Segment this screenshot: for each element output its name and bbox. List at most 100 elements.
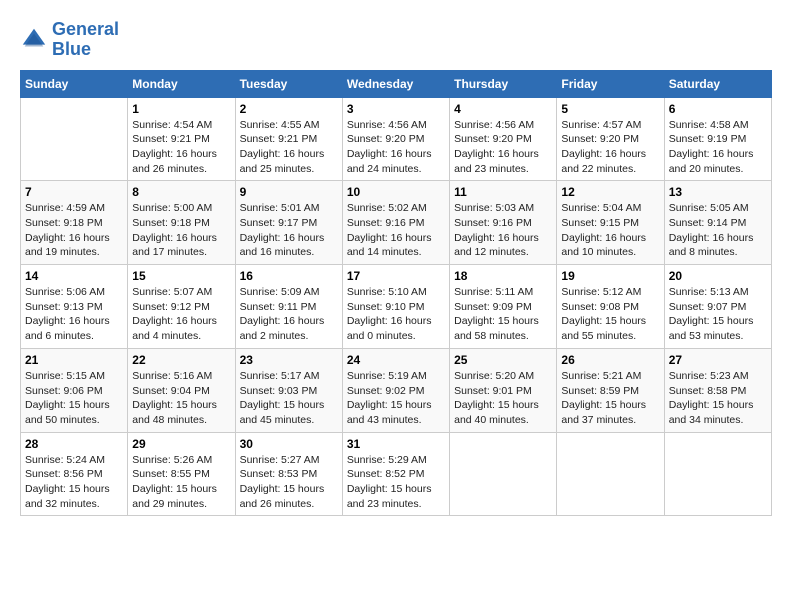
weekday-header-wednesday: Wednesday [342, 70, 449, 97]
calendar-cell: 9 Sunrise: 5:01 AMSunset: 9:17 PMDaylight… [235, 181, 342, 265]
weekday-header-row: SundayMondayTuesdayWednesdayThursdayFrid… [21, 70, 772, 97]
calendar-cell: 16Sunrise: 5:09 AMSunset: 9:11 PMDayligh… [235, 265, 342, 349]
calendar-cell: 15 Sunrise: 5:07 AMSunset: 9:12 PMDayligh… [128, 265, 235, 349]
day-info: Sunrise: 5:21 AMSunset: 8:59 PMDaylight:… [561, 369, 659, 428]
calendar-body: 1 Sunrise: 4:54 AMSunset: 9:21 PMDaylight… [21, 97, 772, 516]
day-info: Sunrise: 5:10 AMSunset: 9:10 PMDaylight:… [347, 285, 445, 344]
calendar-cell: 1 Sunrise: 4:54 AMSunset: 9:21 PMDaylight… [128, 97, 235, 181]
calendar-cell: 31 Sunrise: 5:29 AMSunset: 8:52 PMDayligh… [342, 432, 449, 516]
day-number: 4 [454, 102, 552, 116]
day-info: Sunrise: 5:11 AMSunset: 9:09 PMDaylight:… [454, 285, 552, 344]
calendar-cell: 25 Sunrise: 5:20 AMSunset: 9:01 PMDayligh… [450, 348, 557, 432]
calendar-cell: 30 Sunrise: 5:27 AMSunset: 8:53 PMDayligh… [235, 432, 342, 516]
day-info: Sunrise: 5:07 AMSunset: 9:12 PMDaylight:… [132, 285, 230, 344]
day-number: 3 [347, 102, 445, 116]
calendar-cell [664, 432, 771, 516]
day-number: 27 [669, 353, 767, 367]
day-number: 12 [561, 185, 659, 199]
day-number: 15 [132, 269, 230, 283]
calendar-cell: 8 Sunrise: 5:00 AMSunset: 9:18 PMDaylight… [128, 181, 235, 265]
day-number: 9 [240, 185, 338, 199]
day-info: Sunrise: 5:00 AMSunset: 9:18 PMDaylight:… [132, 201, 230, 260]
calendar-week-2: 7 Sunrise: 4:59 AMSunset: 9:18 PMDaylight… [21, 181, 772, 265]
day-number: 24 [347, 353, 445, 367]
day-info: Sunrise: 5:05 AMSunset: 9:14 PMDaylight:… [669, 201, 767, 260]
calendar-cell: 5Sunrise: 4:57 AMSunset: 9:20 PMDaylight… [557, 97, 664, 181]
day-number: 28 [25, 437, 123, 451]
day-number: 17 [347, 269, 445, 283]
calendar-cell: 6Sunrise: 4:58 AMSunset: 9:19 PMDaylight… [664, 97, 771, 181]
day-info: Sunrise: 5:02 AMSunset: 9:16 PMDaylight:… [347, 201, 445, 260]
day-number: 26 [561, 353, 659, 367]
calendar-cell: 24 Sunrise: 5:19 AMSunset: 9:02 PMDayligh… [342, 348, 449, 432]
calendar-cell: 4Sunrise: 4:56 AMSunset: 9:20 PMDaylight… [450, 97, 557, 181]
day-info: Sunrise: 5:04 AMSunset: 9:15 PMDaylight:… [561, 201, 659, 260]
day-info: Sunrise: 5:27 AMSunset: 8:53 PMDaylight:… [240, 453, 338, 512]
calendar-cell: 19 Sunrise: 5:12 AMSunset: 9:08 PMDayligh… [557, 265, 664, 349]
calendar-cell: 13 Sunrise: 5:05 AMSunset: 9:14 PMDayligh… [664, 181, 771, 265]
logo-icon [20, 26, 48, 54]
day-info: Sunrise: 5:23 AMSunset: 8:58 PMDaylight:… [669, 369, 767, 428]
calendar-cell: 29Sunrise: 5:26 AMSunset: 8:55 PMDayligh… [128, 432, 235, 516]
day-info: Sunrise: 5:20 AMSunset: 9:01 PMDaylight:… [454, 369, 552, 428]
day-number: 18 [454, 269, 552, 283]
calendar-cell: 11Sunrise: 5:03 AMSunset: 9:16 PMDayligh… [450, 181, 557, 265]
day-number: 2 [240, 102, 338, 116]
calendar-cell: 23Sunrise: 5:17 AMSunset: 9:03 PMDayligh… [235, 348, 342, 432]
day-number: 29 [132, 437, 230, 451]
weekday-header-sunday: Sunday [21, 70, 128, 97]
day-info: Sunrise: 5:13 AMSunset: 9:07 PMDaylight:… [669, 285, 767, 344]
day-info: Sunrise: 4:59 AMSunset: 9:18 PMDaylight:… [25, 201, 123, 260]
day-number: 16 [240, 269, 338, 283]
calendar-cell [21, 97, 128, 181]
calendar-cell: 7 Sunrise: 4:59 AMSunset: 9:18 PMDaylight… [21, 181, 128, 265]
day-number: 8 [132, 185, 230, 199]
weekday-header-monday: Monday [128, 70, 235, 97]
day-number: 23 [240, 353, 338, 367]
logo: General Blue [20, 20, 119, 60]
page-header: General Blue [20, 20, 772, 60]
calendar-cell: 12 Sunrise: 5:04 AMSunset: 9:15 PMDayligh… [557, 181, 664, 265]
calendar-week-3: 14Sunrise: 5:06 AMSunset: 9:13 PMDayligh… [21, 265, 772, 349]
day-number: 22 [132, 353, 230, 367]
day-number: 19 [561, 269, 659, 283]
day-number: 25 [454, 353, 552, 367]
calendar-cell: 18 Sunrise: 5:11 AMSunset: 9:09 PMDayligh… [450, 265, 557, 349]
logo-text-general: General [52, 20, 119, 40]
weekday-header-tuesday: Tuesday [235, 70, 342, 97]
day-info: Sunrise: 4:55 AMSunset: 9:21 PMDaylight:… [240, 118, 338, 177]
day-info: Sunrise: 5:16 AMSunset: 9:04 PMDaylight:… [132, 369, 230, 428]
day-number: 7 [25, 185, 123, 199]
day-number: 31 [347, 437, 445, 451]
day-number: 1 [132, 102, 230, 116]
calendar-table: SundayMondayTuesdayWednesdayThursdayFrid… [20, 70, 772, 517]
day-number: 30 [240, 437, 338, 451]
calendar-cell [450, 432, 557, 516]
day-info: Sunrise: 4:54 AMSunset: 9:21 PMDaylight:… [132, 118, 230, 177]
day-info: Sunrise: 5:29 AMSunset: 8:52 PMDaylight:… [347, 453, 445, 512]
calendar-cell: 20Sunrise: 5:13 AMSunset: 9:07 PMDayligh… [664, 265, 771, 349]
day-info: Sunrise: 5:12 AMSunset: 9:08 PMDaylight:… [561, 285, 659, 344]
calendar-cell: 27 Sunrise: 5:23 AMSunset: 8:58 PMDayligh… [664, 348, 771, 432]
day-info: Sunrise: 5:15 AMSunset: 9:06 PMDaylight:… [25, 369, 123, 428]
calendar-week-1: 1 Sunrise: 4:54 AMSunset: 9:21 PMDaylight… [21, 97, 772, 181]
calendar-cell [557, 432, 664, 516]
day-number: 10 [347, 185, 445, 199]
calendar-week-4: 21Sunrise: 5:15 AMSunset: 9:06 PMDayligh… [21, 348, 772, 432]
day-info: Sunrise: 5:01 AMSunset: 9:17 PMDaylight:… [240, 201, 338, 260]
calendar-cell: 3 Sunrise: 4:56 AMSunset: 9:20 PMDaylight… [342, 97, 449, 181]
calendar-cell: 2 Sunrise: 4:55 AMSunset: 9:21 PMDaylight… [235, 97, 342, 181]
calendar-cell: 28Sunrise: 5:24 AMSunset: 8:56 PMDayligh… [21, 432, 128, 516]
day-number: 13 [669, 185, 767, 199]
weekday-header-thursday: Thursday [450, 70, 557, 97]
weekday-header-friday: Friday [557, 70, 664, 97]
day-info: Sunrise: 5:06 AMSunset: 9:13 PMDaylight:… [25, 285, 123, 344]
day-info: Sunrise: 5:19 AMSunset: 9:02 PMDaylight:… [347, 369, 445, 428]
calendar-cell: 17 Sunrise: 5:10 AMSunset: 9:10 PMDayligh… [342, 265, 449, 349]
day-info: Sunrise: 4:56 AMSunset: 9:20 PMDaylight:… [347, 118, 445, 177]
calendar-cell: 21Sunrise: 5:15 AMSunset: 9:06 PMDayligh… [21, 348, 128, 432]
logo-text-blue: Blue [52, 40, 119, 60]
weekday-header-saturday: Saturday [664, 70, 771, 97]
day-info: Sunrise: 4:58 AMSunset: 9:19 PMDaylight:… [669, 118, 767, 177]
calendar-week-5: 28Sunrise: 5:24 AMSunset: 8:56 PMDayligh… [21, 432, 772, 516]
